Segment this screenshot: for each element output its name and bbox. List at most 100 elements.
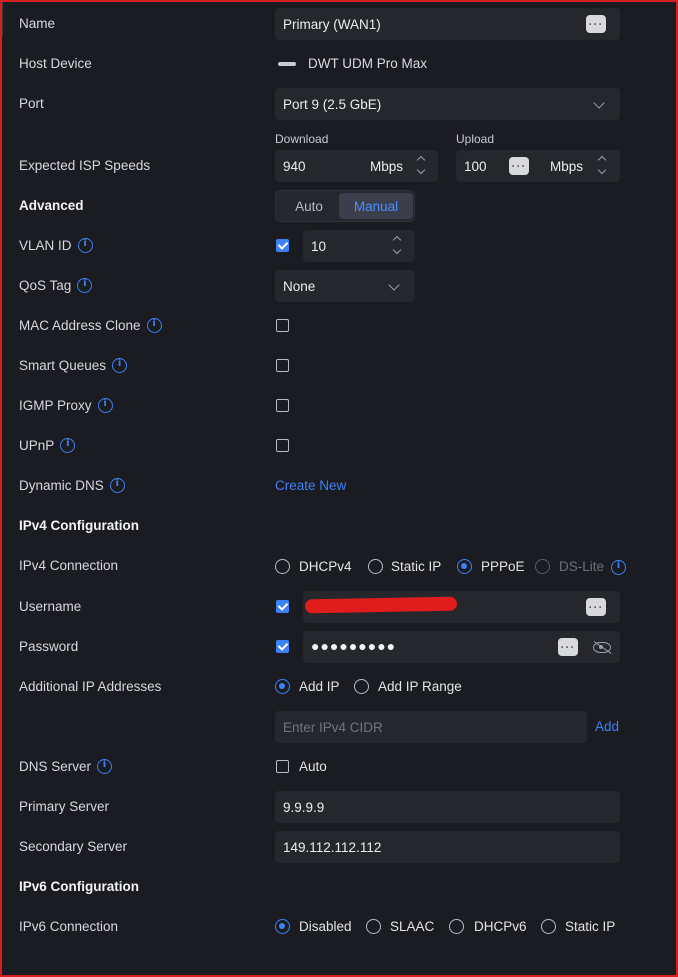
igmp-proxy-label: IGMP Proxy — [19, 398, 92, 413]
dns-auto-label: Auto — [299, 759, 327, 774]
ipv4-section-title: IPv4 Configuration — [19, 518, 140, 533]
radio-ds-lite-label: DS-Lite — [559, 559, 605, 574]
redaction-mark — [304, 596, 458, 614]
more-dots-icon[interactable]: ··· — [586, 15, 606, 33]
advanced-label: Advanced — [19, 198, 84, 213]
upload-unit: Mbps — [550, 158, 584, 174]
device-icon — [278, 62, 296, 66]
radio-dhcpv4[interactable] — [275, 559, 290, 574]
radio-disabled[interactable] — [275, 919, 290, 934]
vlan-label-row: VLAN ID — [19, 238, 93, 253]
more-dots-icon[interactable]: ··· — [509, 157, 529, 175]
info-icon[interactable] — [77, 238, 93, 253]
name-input[interactable]: Primary (WAN1) — [275, 8, 620, 40]
create-new-link[interactable]: Create New — [275, 478, 346, 493]
settings-panel: Name Primary (WAN1) ··· Host Device DWT … — [0, 0, 678, 977]
advanced-toggle: Auto Manual — [275, 190, 415, 222]
radio-static-ip-v6[interactable] — [541, 919, 556, 934]
qos-value: None — [283, 278, 316, 294]
port-label: Port — [19, 96, 44, 111]
ipv4-cidr-placeholder: Enter IPv4 CIDR — [283, 719, 383, 735]
eye-off-icon[interactable] — [593, 642, 611, 653]
info-icon[interactable] — [97, 759, 113, 774]
qos-label-row: QoS Tag — [19, 278, 93, 293]
radio-disabled-label: Disabled — [299, 919, 352, 934]
info-icon[interactable] — [611, 560, 626, 575]
divider — [2, 2, 3, 36]
radio-dhcpv6[interactable] — [449, 919, 464, 934]
secondary-server-label: Secondary Server — [19, 839, 128, 854]
add-button[interactable]: Add — [595, 719, 619, 734]
download-value: 940 — [283, 158, 306, 174]
radio-dhcpv6-label: DHCPv6 — [474, 919, 527, 934]
upload-label: Upload — [456, 132, 495, 146]
dns-server-label-row: DNS Server — [19, 759, 113, 774]
info-icon[interactable] — [77, 278, 93, 293]
download-input[interactable]: 940 Mbps — [275, 150, 438, 182]
igmp-proxy-checkbox[interactable] — [276, 399, 289, 412]
upnp-label: UPnP — [19, 438, 55, 453]
info-icon[interactable] — [97, 398, 113, 413]
upnp-label-row: UPnP — [19, 438, 76, 453]
advanced-auto-option[interactable]: Auto — [278, 193, 340, 219]
advanced-manual-option[interactable]: Manual — [339, 193, 413, 219]
host-device-value: DWT UDM Pro Max — [308, 56, 428, 71]
download-spinner-icon[interactable] — [416, 154, 426, 176]
additional-ip-label: Additional IP Addresses — [19, 679, 162, 694]
more-dots-icon[interactable]: ··· — [558, 638, 578, 656]
password-checkbox[interactable] — [276, 640, 289, 653]
info-icon[interactable] — [112, 358, 128, 373]
ipv6-connection-label: IPv6 Connection — [19, 919, 119, 934]
upload-value: 100 — [464, 158, 487, 174]
ipv4-connection-label: IPv4 Connection — [19, 558, 119, 573]
dns-auto-checkbox[interactable] — [276, 760, 289, 773]
ipv6-section-title: IPv6 Configuration — [19, 879, 140, 894]
name-value: Primary (WAN1) — [283, 16, 381, 32]
radio-slaac[interactable] — [366, 919, 381, 934]
info-icon[interactable] — [109, 478, 125, 493]
radio-static-ip-label: Static IP — [391, 559, 442, 574]
dns-server-label: DNS Server — [19, 759, 92, 774]
download-label: Download — [275, 132, 329, 146]
radio-pppoe-label: PPPoE — [481, 559, 525, 574]
name-label: Name — [19, 16, 56, 31]
primary-server-label: Primary Server — [19, 799, 110, 814]
info-icon[interactable] — [60, 438, 76, 453]
upnp-checkbox[interactable] — [276, 439, 289, 452]
download-unit: Mbps — [370, 158, 404, 174]
igmp-proxy-label-row: IGMP Proxy — [19, 398, 113, 413]
upload-spinner-icon[interactable] — [597, 154, 607, 176]
port-value: Port 9 (2.5 GbE) — [283, 96, 382, 112]
info-icon[interactable] — [146, 318, 162, 333]
radio-dhcpv4-label: DHCPv4 — [299, 559, 352, 574]
dynamic-dns-label: Dynamic DNS — [19, 478, 104, 493]
upload-input[interactable]: 100 Mbps — [456, 150, 620, 182]
vlan-checkbox[interactable] — [276, 239, 289, 252]
qos-label: QoS Tag — [19, 278, 72, 293]
password-label: Password — [19, 639, 79, 654]
mac-clone-checkbox[interactable] — [276, 319, 289, 332]
radio-slaac-label: SLAAC — [390, 919, 435, 934]
radio-static-ip[interactable] — [368, 559, 383, 574]
radio-add-ip-label: Add IP — [299, 679, 340, 694]
smart-queues-label: Smart Queues — [19, 358, 107, 373]
primary-server-value: 9.9.9.9 — [283, 799, 325, 815]
ipv4-cidr-input[interactable]: Enter IPv4 CIDR — [275, 711, 587, 743]
more-dots-icon[interactable]: ··· — [586, 598, 606, 616]
username-label: Username — [19, 599, 82, 614]
host-device-label: Host Device — [19, 56, 92, 71]
radio-ds-lite[interactable] — [535, 559, 550, 574]
radio-pppoe[interactable] — [457, 559, 472, 574]
port-select[interactable]: Port 9 (2.5 GbE) — [275, 88, 620, 120]
vlan-spinner-icon[interactable] — [392, 234, 402, 256]
radio-add-ip-range[interactable] — [354, 679, 369, 694]
radio-add-ip[interactable] — [275, 679, 290, 694]
smart-queues-label-row: Smart Queues — [19, 358, 128, 373]
username-checkbox[interactable] — [276, 600, 289, 613]
mac-clone-label: MAC Address Clone — [19, 318, 141, 333]
secondary-server-value: 149.112.112.112 — [283, 839, 382, 855]
secondary-server-input[interactable]: 149.112.112.112 — [275, 831, 620, 863]
primary-server-input[interactable]: 9.9.9.9 — [275, 791, 620, 823]
radio-add-ip-range-label: Add IP Range — [378, 679, 462, 694]
smart-queues-checkbox[interactable] — [276, 359, 289, 372]
